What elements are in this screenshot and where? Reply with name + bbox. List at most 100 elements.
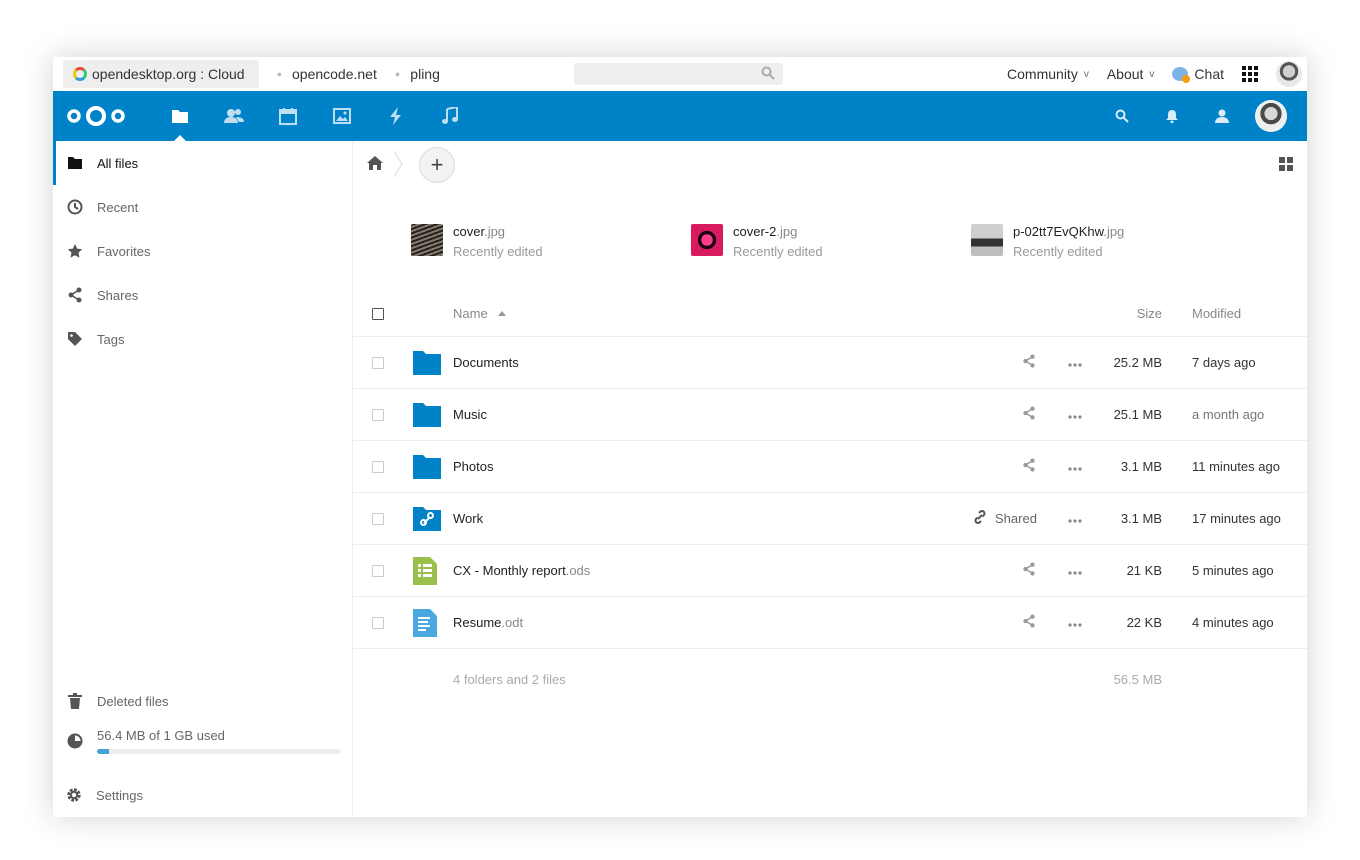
share-button[interactable]: [1022, 545, 1036, 596]
about-menu[interactable]: About v: [1107, 66, 1155, 82]
apps-grid-button[interactable]: [1242, 66, 1258, 82]
calendar-icon: [279, 108, 297, 125]
more-actions-button[interactable]: [1068, 545, 1082, 596]
row-checkbox[interactable]: [372, 493, 384, 544]
table-row[interactable]: Work Shared 3.1 MB 17 minutes ago: [353, 493, 1307, 545]
notifications-button[interactable]: [1147, 109, 1197, 123]
link-icon: [973, 510, 987, 527]
share-button[interactable]: [1022, 337, 1036, 388]
contacts-menu-button[interactable]: [1197, 109, 1247, 123]
more-actions-button[interactable]: [1068, 337, 1082, 388]
table-header: Name Size Modified: [353, 291, 1307, 337]
app-files[interactable]: [153, 91, 207, 141]
site-link-cloud[interactable]: opendesktop.org : Cloud: [63, 60, 259, 88]
size-column-header: Size: [1136, 306, 1162, 321]
select-all-checkbox[interactable]: [372, 291, 384, 336]
community-menu[interactable]: Community v: [1007, 66, 1089, 82]
sort-by-size[interactable]: Size: [1093, 291, 1162, 336]
new-file-button[interactable]: +: [419, 147, 455, 183]
row-checkbox[interactable]: [372, 337, 384, 388]
sidebar-item-tags[interactable]: Tags: [53, 317, 352, 361]
site-link-pling[interactable]: pling: [410, 66, 440, 82]
share-icon: [1022, 614, 1036, 631]
more-actions-button[interactable]: [1068, 389, 1082, 440]
table-row[interactable]: Resume .odt 22 KB 4 minutes ago: [353, 597, 1307, 649]
row-checkbox[interactable]: [372, 441, 384, 492]
file-name[interactable]: Music: [453, 389, 487, 440]
folder-icon: [413, 337, 441, 388]
sidebar-item-all-files[interactable]: All files: [53, 141, 352, 185]
app-calendar[interactable]: [261, 91, 315, 141]
site-bar: opendesktop.org : Cloud ● opencode.net ●…: [53, 57, 1307, 91]
lightning-icon: [390, 107, 401, 125]
chat-link[interactable]: Chat: [1172, 66, 1224, 83]
shared-label: Shared: [995, 511, 1037, 526]
sidebar-item-label: Deleted files: [97, 693, 169, 709]
grid-view-toggle-icon[interactable]: [1279, 157, 1293, 171]
sidebar-item-recent[interactable]: Recent: [53, 185, 352, 229]
sort-by-modified[interactable]: Modified: [1192, 291, 1241, 336]
sidebar-item-deleted-files[interactable]: Deleted files: [53, 679, 352, 723]
recent-file[interactable]: p-02tt7EvQKhw.jpg Recently edited: [971, 223, 1124, 263]
folder-icon: [67, 155, 83, 171]
user-avatar[interactable]: [1255, 100, 1287, 132]
more-icon: [1068, 615, 1082, 630]
sidebar-item-label: Tags: [97, 331, 125, 347]
table-row[interactable]: CX - Monthly report .ods 21 KB 5 minutes ag…: [353, 545, 1307, 597]
user-avatar-small[interactable]: [1276, 61, 1307, 87]
table-row[interactable]: Music 25.1 MB a month ago: [353, 389, 1307, 441]
sidebar-item-settings[interactable]: Settings: [53, 773, 352, 817]
thumbnail: [411, 224, 443, 256]
share-button[interactable]: [1022, 441, 1036, 492]
recent-file-ext: .jpg: [484, 224, 506, 239]
file-size: 21 KB: [1126, 563, 1162, 578]
more-actions-button[interactable]: [1068, 597, 1082, 648]
row-checkbox[interactable]: [372, 389, 384, 440]
file-base-name: Resume: [453, 615, 502, 630]
recent-file[interactable]: cover-2.jpg Recently edited: [691, 223, 823, 263]
pie-chart-icon: [67, 733, 83, 749]
file-ext: .odt: [501, 615, 524, 630]
table-row[interactable]: Documents 25.2 MB 7 days ago: [353, 337, 1307, 389]
sidebar-item-shares[interactable]: Shares: [53, 273, 352, 317]
file-name[interactable]: Photos: [453, 441, 493, 492]
site-search-input[interactable]: [574, 63, 783, 85]
sidebar-item-label: Settings: [96, 787, 143, 803]
share-button[interactable]: [1022, 597, 1036, 648]
app-music[interactable]: [423, 91, 477, 141]
app-activity[interactable]: [369, 91, 423, 141]
sidebar-item-label: All files: [97, 155, 139, 171]
header-search-button[interactable]: [1097, 109, 1147, 123]
storage-quota: 56.4 MB of 1 GB used: [53, 723, 352, 773]
folder-icon: [413, 441, 441, 492]
more-actions-button[interactable]: [1068, 441, 1082, 492]
app-contacts[interactable]: [207, 91, 261, 141]
header-right: [1097, 91, 1287, 141]
more-actions-button[interactable]: [1068, 493, 1082, 544]
sort-by-name[interactable]: Name: [453, 291, 506, 336]
separator-dot: ●: [394, 69, 401, 79]
share-icon: [1022, 406, 1036, 423]
share-icon: [1022, 458, 1036, 475]
site-link-opencode[interactable]: opencode.net: [292, 66, 377, 82]
sidebar-item-favorites[interactable]: Favorites: [53, 229, 352, 273]
recent-file-ext: .jpg: [776, 224, 798, 239]
recent-file[interactable]: cover.jpg Recently edited: [411, 223, 543, 263]
file-modified: a month ago: [1192, 407, 1265, 422]
file-name[interactable]: Documents: [453, 337, 519, 388]
nextcloud-logo-icon[interactable]: [66, 105, 126, 127]
app-photos[interactable]: [315, 91, 369, 141]
folder-icon: [413, 389, 441, 440]
share-button[interactable]: [1022, 389, 1036, 440]
file-name[interactable]: Work: [453, 493, 483, 544]
shared-indicator[interactable]: Shared: [973, 493, 1037, 544]
file-size: 3.1 MB: [1120, 459, 1162, 474]
row-checkbox[interactable]: [372, 545, 384, 596]
home-icon[interactable]: [367, 156, 383, 170]
apps-grid-icon: [1242, 66, 1258, 82]
file-name[interactable]: CX - Monthly report .ods: [453, 545, 590, 596]
row-checkbox[interactable]: [372, 597, 384, 648]
file-base-name: Photos: [453, 459, 494, 474]
file-name[interactable]: Resume .odt: [453, 597, 523, 648]
table-row[interactable]: Photos 3.1 MB 11 minutes ago: [353, 441, 1307, 493]
